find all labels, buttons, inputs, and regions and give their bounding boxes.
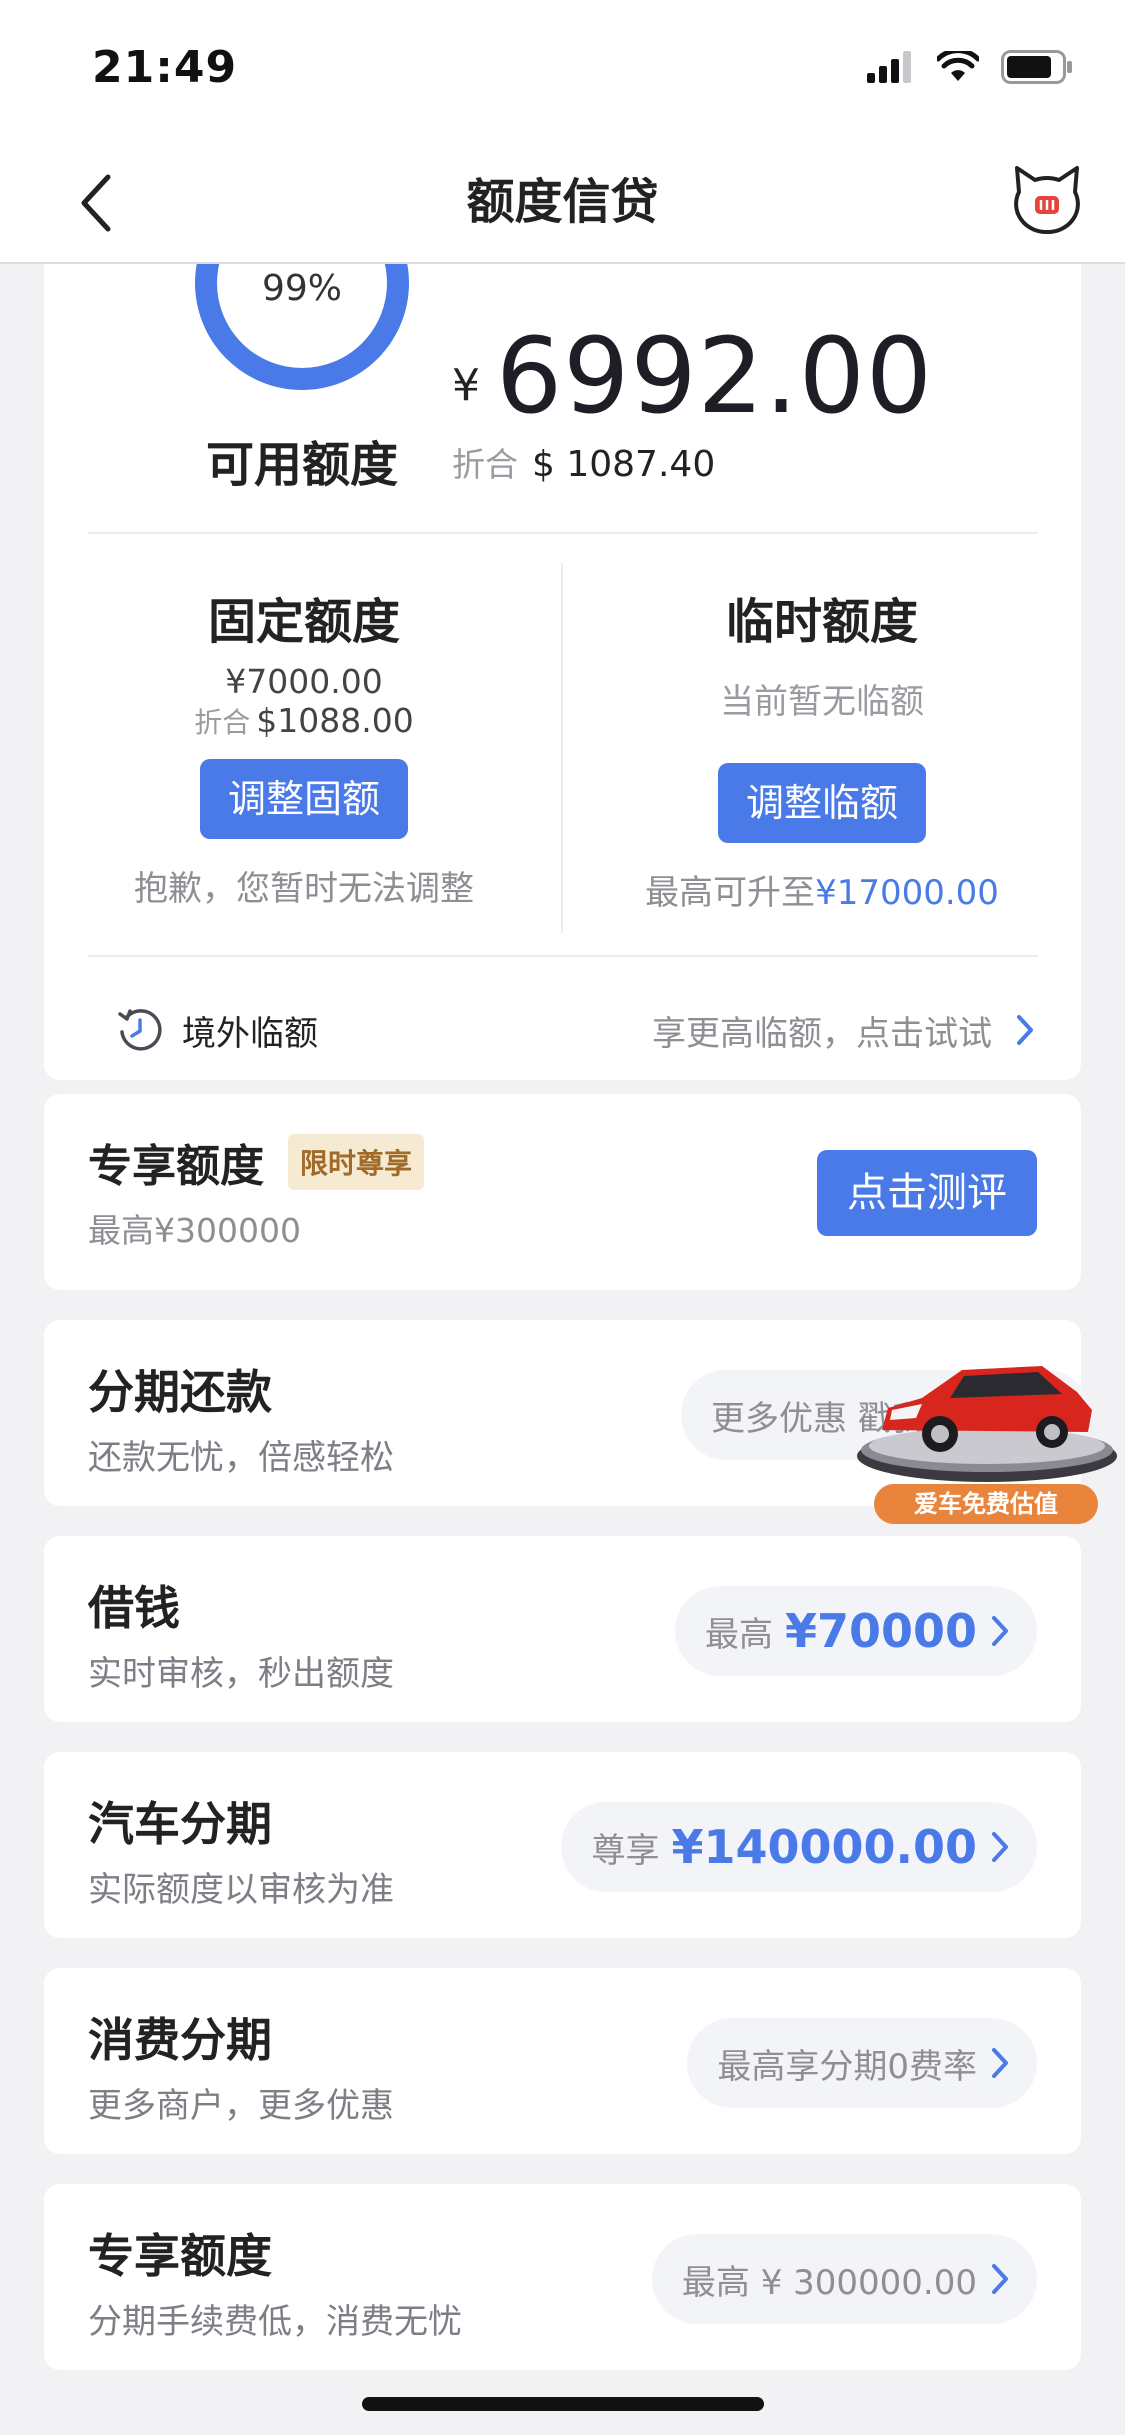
chevron-right-icon [992,1616,1008,1646]
exclusive-quota-title: 专享额度 [88,1141,264,1192]
divider [88,532,1038,534]
pill-text: 最高 ¥ 300000.00 [681,2262,977,2303]
fixed-quota-section: 固定额度 ¥7000.00 折合 $1088.00 调整固额 抱歉，您暂时无法调整 [44,582,564,910]
chevron-right-icon [992,1832,1008,1862]
list-item-sub: 分期手续费低，消费无忧 [88,2302,462,2342]
list-item-pill[interactable]: 最高 ¥70000 [674,1586,1037,1676]
car-valuation-promo[interactable]: 爱车免费估值 [852,1348,1122,1528]
signal-icon [867,51,911,83]
pill-amount: ¥140000.00 [671,1820,977,1874]
list-item-sub: 实际额度以审核为准 [88,1870,394,1910]
customer-service-button[interactable] [1009,162,1085,238]
fixed-usd-prefix: 折合 [194,706,251,739]
chevron-right-icon [992,2048,1008,2078]
wifi-icon [937,51,979,81]
list-item-title: 分期还款 [88,1365,272,1419]
list-item-pill[interactable]: 尊享 ¥140000.00 [561,1802,1037,1892]
adjust-temp-quota-button[interactable]: 调整临额 [717,763,926,843]
pill-prefix: 最高 [704,1614,773,1655]
ring-percent-label: 99% [261,268,342,309]
temp-quota-title: 临时额度 [725,594,918,650]
list-item-title: 汽车分期 [88,1797,272,1851]
list-item-title: 消费分期 [88,2013,272,2067]
battery-icon [1001,50,1072,84]
abroad-quota-link[interactable]: 享更高临额，点击试试 [652,1006,1036,1055]
temp-quota-section: 临时额度 当前暂无临额 调整临额 最高可升至¥17000.00 [562,582,1082,914]
fixed-quota-cny: ¥7000.00 [225,662,383,701]
fixed-quota-note: 抱歉，您暂时无法调整 [134,869,474,909]
fixed-usd-amount: $1088.00 [256,701,414,740]
currency-symbol: ¥ [452,360,480,411]
temp-note-prefix: 最高可升至 [645,873,816,913]
fixed-quota-title: 固定额度 [207,594,400,650]
home-indicator [362,2397,764,2411]
list-item-pill[interactable]: 最高 ¥ 300000.00 [651,2234,1037,2324]
status-bar: 21:49 [0,0,1125,140]
available-amount: 6992.00 [496,315,934,437]
fixed-quota-usd: 折合 $1088.00 [44,701,564,741]
temp-quota-status: 当前暂无临额 [720,682,924,722]
limited-badge: 限时尊享 [288,1134,425,1190]
page-title: 额度信贷 [466,174,659,230]
cat-mascot-icon [1014,166,1080,235]
chevron-right-icon [1017,1015,1033,1045]
divider [88,955,1038,957]
exclusive-quota-sub: 最高¥300000 [88,1211,301,1250]
list-item-exclusive-quota[interactable]: 专享额度 分期手续费低，消费无忧 最高 ¥ 300000.00 [44,2184,1081,2370]
list-item-sub: 更多商户，更多优惠 [88,2086,394,2126]
abroad-link-text: 享更高临额，点击试试 [652,1013,992,1054]
available-credit-label: 可用额度 [205,437,398,493]
list-item-car-loan[interactable]: 汽车分期 实际额度以审核为准 尊享 ¥140000.00 [44,1752,1081,1938]
nav-bar: 额度信贷 [0,140,1125,264]
adjust-fixed-quota-button[interactable]: 调整固额 [199,759,408,839]
status-icons [867,50,1073,84]
car-promo-label: 爱车免费估值 [914,1490,1058,1518]
list-item-title: 借钱 [88,1581,180,1635]
list-item-consumer-installment[interactable]: 消费分期 更多商户，更多优惠 最高享分期0费率 [44,1968,1081,2154]
chevron-right-icon [992,2264,1008,2294]
usd-prefix: 折合 [452,445,518,484]
list-item-sub: 还款无忧，倍感轻松 [88,1438,394,1478]
temp-note-amount: ¥17000.00 [815,873,999,913]
temp-quota-note: 最高可升至¥17000.00 [562,865,1082,914]
pill-prefix: 尊享 [591,1830,660,1871]
pill-amount: ¥70000 [784,1604,977,1658]
status-time: 21:49 [92,42,238,93]
list-item-pill[interactable]: 最高享分期0费率 [687,2018,1037,2108]
exclusive-quota-card: 专享额度 限时尊享 最高¥300000 点击测评 [44,1094,1081,1290]
list-item-sub: 实时审核，秒出额度 [88,1654,394,1694]
evaluate-button[interactable]: 点击测评 [817,1150,1037,1236]
usd-equivalent: 折合 $ 1087.40 [452,438,715,486]
abroad-quota-label: 境外临额 [182,1013,318,1054]
clock-refresh-icon [118,1009,162,1051]
credit-card: 99% 可用额度 ¥ 6992.00 折合 $ 1087.40 固定额度 ¥700… [44,176,1082,1080]
list-item-borrow[interactable]: 借钱 实时审核，秒出额度 最高 ¥70000 [44,1536,1081,1722]
abroad-temp-quota-row[interactable]: 境外临额 享更高临额，点击试试 [116,990,1036,1070]
usd-amount: $ 1087.40 [532,444,716,485]
list-item-title: 专享额度 [88,2229,272,2283]
pill-text: 最高享分期0费率 [717,2046,977,2087]
